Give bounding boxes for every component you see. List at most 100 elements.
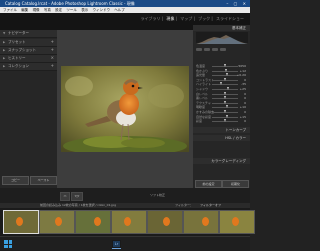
slider-value[interactable]: +15 xyxy=(240,115,246,119)
filmstrip-thumbnail[interactable] xyxy=(183,210,219,234)
module-develop[interactable]: 現像 xyxy=(166,16,174,21)
section-label: スナップショット xyxy=(8,48,36,52)
slider-track[interactable] xyxy=(212,116,238,118)
slider-row[interactable]: 白レベル 0 xyxy=(196,91,246,96)
slider-knob[interactable] xyxy=(224,68,227,72)
slider-value[interactable]: -35 xyxy=(241,82,246,86)
tone-curve-header[interactable]: トーンカーブ xyxy=(193,127,250,133)
slider-knob[interactable] xyxy=(226,114,229,118)
slider-label: 黒レベル xyxy=(196,96,209,101)
module-map[interactable]: マップ xyxy=(180,16,192,21)
filmstrip-thumbnail[interactable] xyxy=(39,210,75,234)
filter-select[interactable]: フィルターオフ xyxy=(200,203,221,207)
loupe-view-button[interactable]: ▭ xyxy=(60,192,70,201)
add-icon[interactable]: + xyxy=(51,47,54,52)
slider-track[interactable] xyxy=(212,107,238,109)
slider-row[interactable]: シャドウ +25 xyxy=(196,87,246,91)
slider-knob[interactable] xyxy=(223,119,226,123)
crop-tool-icon[interactable] xyxy=(196,48,202,51)
slider-value[interactable]: +10 xyxy=(240,105,246,109)
slider-row[interactable]: 彩度 0 xyxy=(196,119,246,123)
module-book[interactable]: ブック xyxy=(198,16,210,21)
slider-value[interactable]: +25 xyxy=(240,87,246,91)
slider-knob[interactable] xyxy=(226,73,229,77)
slider-row[interactable]: 色温度 5050 xyxy=(196,64,246,68)
spot-removal-icon[interactable] xyxy=(204,48,210,51)
slider-knob[interactable] xyxy=(223,96,226,100)
slider-value[interactable]: 0 xyxy=(244,119,246,123)
slider-row[interactable]: かすみの除去 0 xyxy=(196,110,246,114)
hsl-header[interactable]: HSL / カラー xyxy=(193,135,250,141)
basic-panel-header[interactable]: 基本補正 xyxy=(193,25,250,31)
left-section-collections[interactable]: ▶ コレクション + xyxy=(0,63,57,71)
compare-view-button[interactable]: Y|Y xyxy=(71,192,83,201)
copy-button[interactable]: コピー xyxy=(2,176,29,185)
slider-knob[interactable] xyxy=(223,100,226,104)
module-library[interactable]: ライブラリ xyxy=(140,16,160,21)
previous-settings-button[interactable]: 前の設定 xyxy=(195,180,222,188)
slider-value[interactable]: 0 xyxy=(244,78,246,82)
expand-icon: ▶ xyxy=(3,56,6,60)
slider-track[interactable] xyxy=(212,75,238,77)
left-section-snapshots[interactable]: ▶ スナップショット + xyxy=(0,47,57,55)
slider-value[interactable]: 0 xyxy=(244,96,246,100)
slider-label: 自然な彩度 xyxy=(196,114,212,119)
slider-label: 彩度 xyxy=(196,119,203,124)
slider-value[interactable]: +12 xyxy=(240,69,246,73)
filmstrip-thumbnail[interactable] xyxy=(219,210,255,234)
paste-button[interactable]: ペースト xyxy=(30,176,57,185)
redeye-icon[interactable] xyxy=(212,48,218,51)
module-slideshow[interactable]: スライドショー xyxy=(216,16,244,21)
slider-knob[interactable] xyxy=(227,87,230,90)
collapse-icon: ▼ xyxy=(3,31,6,35)
mask-icon[interactable] xyxy=(220,48,226,51)
left-section-history[interactable]: ▶ ヒストリー × xyxy=(0,55,57,63)
slider-row[interactable]: 露光量 +0.20 xyxy=(196,73,246,77)
slider-value[interactable]: 0 xyxy=(244,110,246,114)
histogram[interactable] xyxy=(196,32,248,44)
slider-knob[interactable] xyxy=(223,91,226,95)
filmstrip-info[interactable]: 前回の読み込み 12枚の写真 / 1枚を選択 / robin_01.jpg xyxy=(40,203,116,207)
slider-value[interactable]: +0.20 xyxy=(237,73,246,77)
slider-track[interactable] xyxy=(212,89,238,90)
develop-tool-strip[interactable] xyxy=(196,47,248,52)
slider-row[interactable]: 自然な彩度 +15 xyxy=(196,114,246,119)
thumbnail-robin xyxy=(16,217,23,226)
slider-track[interactable] xyxy=(212,84,238,86)
slider-knob[interactable] xyxy=(223,64,226,67)
filmstrip-thumbnail[interactable] xyxy=(75,210,111,234)
add-icon[interactable]: + xyxy=(51,63,54,68)
slider-knob[interactable] xyxy=(219,82,222,86)
slider-value[interactable]: 5050 xyxy=(238,64,246,68)
filter-label: フィルター： xyxy=(175,203,193,207)
slider-row[interactable]: 色かぶり +12 xyxy=(196,68,246,73)
clear-icon[interactable]: × xyxy=(51,55,54,60)
slider-knob[interactable] xyxy=(223,77,226,81)
filmstrip-thumbnail[interactable] xyxy=(3,210,39,234)
slider-knob[interactable] xyxy=(226,105,229,109)
navigator-header[interactable]: ▼ ナビゲーター xyxy=(0,30,57,38)
reset-button[interactable]: 初期化 xyxy=(222,180,249,188)
lightroom-taskbar-icon[interactable]: Lr xyxy=(112,240,121,249)
slider-knob[interactable] xyxy=(223,110,226,113)
slider-label: ハイライト xyxy=(196,82,211,87)
slider-value[interactable]: 0 xyxy=(244,92,246,96)
filmstrip xyxy=(0,208,255,236)
left-section-presets[interactable]: ▶ プリセット + xyxy=(0,39,57,47)
add-icon[interactable]: + xyxy=(51,39,54,44)
windows-start-icon[interactable] xyxy=(4,240,12,248)
color-grading-header[interactable]: カラーグレーディング xyxy=(193,158,250,164)
filmstrip-thumbnail[interactable] xyxy=(147,210,183,234)
softproof-label[interactable]: ソフト校正 xyxy=(150,193,165,197)
thumbnail-robin xyxy=(232,217,239,226)
slider-row[interactable]: 黒レベル 0 xyxy=(196,96,246,100)
slider-value[interactable]: 0 xyxy=(244,101,246,105)
window-controls[interactable]: – ▢ ✕ xyxy=(226,1,248,6)
robin-photo[interactable] xyxy=(61,66,189,152)
filmstrip-thumbnail[interactable] xyxy=(111,210,147,234)
slider-row[interactable]: ハイライト -35 xyxy=(196,82,246,86)
toolbar: ▭ Y|Y ソフト校正 xyxy=(0,188,250,203)
slider-row[interactable]: 明瞭度 +10 xyxy=(196,105,246,109)
panel-label: カラーグレーディング xyxy=(211,159,246,163)
expand-icon: ▶ xyxy=(3,40,6,44)
